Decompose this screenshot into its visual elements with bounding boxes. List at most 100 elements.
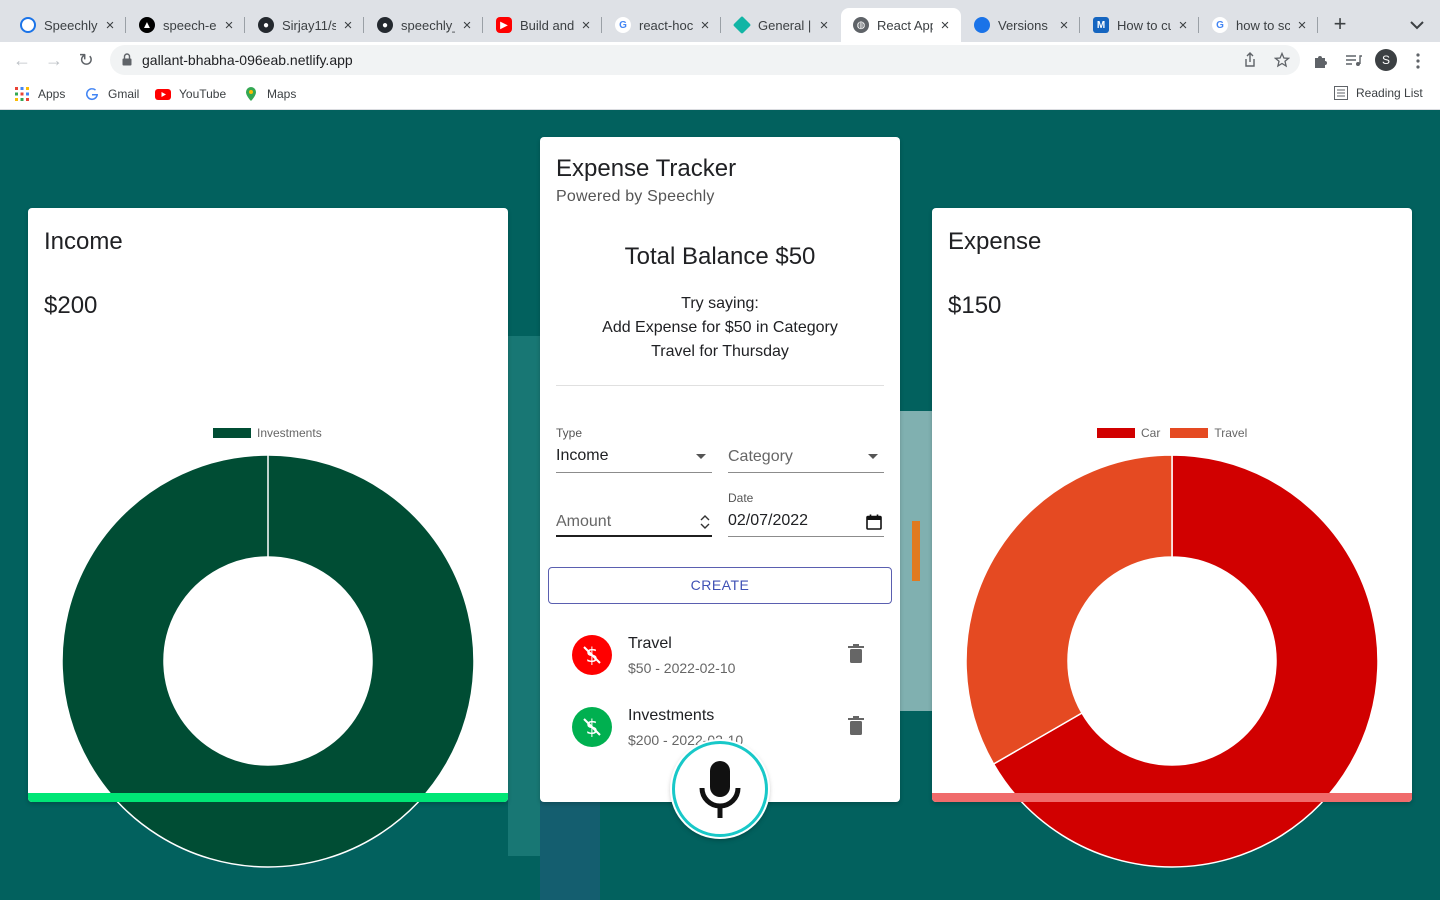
dropdown-arrow-icon: [696, 454, 706, 459]
browser-tab[interactable]: ● speechly_ ×: [365, 8, 483, 42]
diamond-icon: [732, 15, 752, 35]
browser-tab[interactable]: ▶ Build and ×: [484, 8, 602, 42]
forward-arrow-icon[interactable]: →: [42, 48, 66, 72]
transaction-item[interactable]: $ Travel $50 - 2022-02-10: [540, 626, 900, 686]
delete-icon[interactable]: [848, 644, 864, 664]
legend-item[interactable]: Travel: [1170, 426, 1247, 440]
transaction-name: Investments: [628, 707, 715, 724]
address-bar[interactable]: gallant-bhabha-096eab.netlify.app: [110, 45, 1300, 75]
reload-icon[interactable]: ↻: [74, 48, 98, 72]
tab-title: how to sc: [1236, 17, 1290, 33]
bookmark-label: YouTube: [179, 87, 227, 101]
amount-input[interactable]: Amount: [556, 507, 712, 537]
tab-title: speechly_: [401, 17, 455, 33]
maps-pin-icon: [246, 87, 256, 101]
close-tab-icon[interactable]: ×: [1294, 17, 1310, 34]
close-tab-icon[interactable]: ×: [340, 17, 356, 34]
expense-legend: Car Travel: [1097, 426, 1257, 440]
divider: [556, 385, 884, 386]
income-accent-strip: [28, 793, 508, 802]
date-value: 02/07/2022: [728, 512, 809, 529]
app-page: Income $200 Investments Expense Tracker …: [0, 111, 1440, 900]
github-icon: ●: [377, 17, 393, 33]
legend-swatch: [1170, 428, 1209, 438]
legend-swatch: [1097, 428, 1135, 438]
legend-label: Investments: [257, 426, 322, 440]
browser-tab-active[interactable]: ◍ React App ×: [841, 8, 961, 42]
stepper-icon[interactable]: [700, 514, 710, 530]
new-tab-button[interactable]: +: [1328, 12, 1352, 36]
type-select[interactable]: Income: [556, 443, 712, 473]
close-tab-icon[interactable]: ×: [221, 17, 237, 34]
category-select[interactable]: Category: [728, 443, 884, 473]
calendar-icon[interactable]: [866, 514, 882, 530]
bookmark-apps[interactable]: Apps: [14, 86, 65, 102]
speechly-mic-button[interactable]: [672, 741, 768, 837]
google-icon: [86, 88, 99, 101]
close-tab-icon[interactable]: ×: [1056, 17, 1072, 34]
site-icon: ▲: [139, 17, 155, 33]
browser-tab[interactable]: General | ×: [722, 8, 840, 42]
expense-amount: $150: [948, 292, 1002, 319]
browser-tab[interactable]: Speechly ×: [8, 8, 126, 42]
back-arrow-icon[interactable]: ←: [10, 48, 34, 72]
close-tab-icon[interactable]: ×: [937, 17, 953, 34]
create-button[interactable]: CREATE: [548, 567, 892, 604]
expense-card: Expense $150 Car Travel: [932, 208, 1412, 868]
date-input[interactable]: 02/07/2022: [728, 507, 884, 537]
browser-tab[interactable]: ▲ speech-e ×: [127, 8, 245, 42]
google-icon: G: [615, 17, 631, 33]
reading-list-icon: [1334, 86, 1348, 100]
tracker-subtitle: Powered by Speechly: [556, 188, 715, 205]
browser-tab[interactable]: G how to sc ×: [1200, 8, 1318, 42]
profile-avatar[interactable]: S: [1375, 49, 1397, 71]
close-tab-icon[interactable]: ×: [459, 17, 475, 34]
legend-label: Car: [1141, 426, 1161, 440]
bookmark-gmail[interactable]: Gmail: [84, 86, 139, 102]
media-queue-icon[interactable]: [1344, 52, 1362, 70]
extensions-icon[interactable]: [1312, 52, 1330, 70]
doughnut-slice-travel[interactable]: [965, 454, 1173, 766]
more-vert-icon[interactable]: [1409, 52, 1427, 70]
share-icon[interactable]: [1242, 52, 1258, 68]
bookmark-label: Apps: [38, 87, 66, 101]
legend-label: Travel: [1214, 426, 1248, 440]
tab-title: speech-e: [163, 17, 217, 33]
expense-doughnut-chart: [965, 454, 1379, 868]
money-off-icon: $: [572, 707, 612, 747]
date-label: Date: [728, 491, 754, 505]
bookmarks-bar: Apps Gmail YouTube Maps Reading List: [0, 78, 1440, 110]
transaction-detail: $50 - 2022-02-10: [628, 660, 736, 676]
star-icon[interactable]: [1274, 52, 1290, 68]
bookmark-maps[interactable]: Maps: [243, 86, 296, 102]
tab-title: Sirjay11/s: [282, 17, 336, 33]
tab-title: How to cu: [1117, 17, 1171, 33]
delete-icon[interactable]: [848, 716, 864, 736]
reading-list-button[interactable]: Reading List: [1334, 86, 1423, 100]
total-balance: Total Balance $50: [624, 243, 816, 270]
close-tab-icon[interactable]: ×: [1175, 17, 1191, 34]
tab-title: react-hoc: [639, 17, 693, 33]
browser-tab[interactable]: G react-hoc ×: [603, 8, 721, 42]
expense-title: Expense: [948, 228, 1042, 255]
hint-line: Try saying:: [681, 295, 759, 312]
browser-tab[interactable]: ● Sirjay11/s ×: [246, 8, 364, 42]
background-illustration: [540, 801, 600, 900]
bookmark-youtube[interactable]: YouTube: [155, 86, 226, 102]
legend-item[interactable]: Investments: [213, 426, 322, 440]
browser-tab[interactable]: M How to cu ×: [1081, 8, 1199, 42]
hint-line: Travel for Thursday: [651, 343, 789, 360]
legend-item[interactable]: Car: [1097, 426, 1160, 440]
close-tab-icon[interactable]: ×: [102, 17, 118, 34]
browser-tab[interactable]: Versions ×: [962, 8, 1080, 42]
close-tab-icon[interactable]: ×: [697, 17, 713, 34]
type-label: Type: [556, 426, 583, 440]
person-icon: [974, 17, 990, 33]
amount-placeholder: Amount: [556, 513, 612, 530]
chevron-down-icon[interactable]: [1406, 14, 1428, 36]
income-card: Income $200 Investments: [28, 208, 508, 868]
close-tab-icon[interactable]: ×: [578, 17, 594, 34]
tab-title: Speechly: [44, 17, 98, 33]
tab-title: General |: [758, 17, 812, 33]
close-tab-icon[interactable]: ×: [816, 17, 832, 34]
